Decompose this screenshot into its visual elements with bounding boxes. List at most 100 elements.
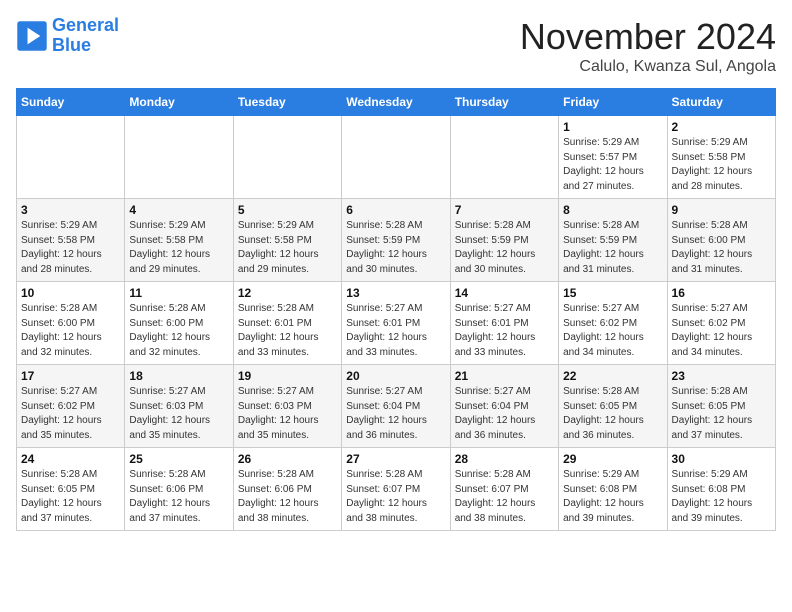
weekday-header-saturday: Saturday — [667, 89, 775, 116]
day-info: Sunrise: 5:28 AM Sunset: 6:05 PM Dayligh… — [21, 468, 120, 526]
calendar-week-row: 24Sunrise: 5:28 AM Sunset: 6:05 PM Dayli… — [17, 448, 776, 531]
day-number: 15 — [563, 286, 662, 300]
day-number: 2 — [672, 120, 771, 134]
day-info: Sunrise: 5:28 AM Sunset: 6:01 PM Dayligh… — [238, 302, 337, 360]
day-info: Sunrise: 5:29 AM Sunset: 5:58 PM Dayligh… — [21, 219, 120, 277]
day-info: Sunrise: 5:27 AM Sunset: 6:04 PM Dayligh… — [455, 385, 554, 443]
day-number: 26 — [238, 452, 337, 466]
day-number: 16 — [672, 286, 771, 300]
weekday-header-thursday: Thursday — [450, 89, 558, 116]
day-info: Sunrise: 5:29 AM Sunset: 5:58 PM Dayligh… — [672, 136, 771, 194]
day-number: 27 — [346, 452, 445, 466]
day-number: 3 — [21, 203, 120, 217]
day-number: 8 — [563, 203, 662, 217]
calendar-day-cell: 19Sunrise: 5:27 AM Sunset: 6:03 PM Dayli… — [233, 365, 341, 448]
day-info: Sunrise: 5:27 AM Sunset: 6:02 PM Dayligh… — [672, 302, 771, 360]
calendar-day-cell: 9Sunrise: 5:28 AM Sunset: 6:00 PM Daylig… — [667, 199, 775, 282]
weekday-header-row: SundayMondayTuesdayWednesdayThursdayFrid… — [17, 89, 776, 116]
page-subtitle: Calulo, Kwanza Sul, Angola — [520, 58, 776, 76]
day-number: 22 — [563, 369, 662, 383]
calendar-day-cell: 12 Sunrise: 5:28 AM Sunset: 6:01 PM Dayli… — [233, 282, 341, 365]
calendar-week-row: 10Sunrise: 5:28 AM Sunset: 6:00 PM Dayli… — [17, 282, 776, 365]
day-number: 21 — [455, 369, 554, 383]
calendar-day-cell — [233, 116, 341, 199]
calendar-day-cell: 15 Sunrise: 5:27 AM Sunset: 6:02 PM Dayli… — [559, 282, 667, 365]
day-info: Sunrise: 5:27 AM Sunset: 6:04 PM Dayligh… — [346, 385, 445, 443]
day-number: 17 — [21, 369, 120, 383]
day-info: Sunrise: 5:29 AM Sunset: 6:08 PM Dayligh… — [563, 468, 662, 526]
day-number: 6 — [346, 203, 445, 217]
day-number: 25 — [129, 452, 228, 466]
calendar-day-cell: 29Sunrise: 5:29 AM Sunset: 6:08 PM Dayli… — [559, 448, 667, 531]
day-number: 12 — [238, 286, 337, 300]
calendar-day-cell: 8 Sunrise: 5:28 AM Sunset: 5:59 PM Daylig… — [559, 199, 667, 282]
logo-icon — [16, 20, 48, 52]
calendar-day-cell: 1 Sunrise: 5:29 AM Sunset: 5:57 PM Daylig… — [559, 116, 667, 199]
calendar-day-cell — [342, 116, 450, 199]
day-number: 5 — [238, 203, 337, 217]
day-info: Sunrise: 5:29 AM Sunset: 6:08 PM Dayligh… — [672, 468, 771, 526]
calendar-day-cell: 2 Sunrise: 5:29 AM Sunset: 5:58 PM Daylig… — [667, 116, 775, 199]
calendar-day-cell: 30 Sunrise: 5:29 AM Sunset: 6:08 PM Dayli… — [667, 448, 775, 531]
day-info: Sunrise: 5:29 AM Sunset: 5:58 PM Dayligh… — [129, 219, 228, 277]
day-number: 18 — [129, 369, 228, 383]
day-info: Sunrise: 5:29 AM Sunset: 5:57 PM Dayligh… — [563, 136, 662, 194]
day-info: Sunrise: 5:28 AM Sunset: 6:07 PM Dayligh… — [455, 468, 554, 526]
weekday-header-friday: Friday — [559, 89, 667, 116]
day-info: Sunrise: 5:27 AM Sunset: 6:02 PM Dayligh… — [563, 302, 662, 360]
day-number: 11 — [129, 286, 228, 300]
calendar-day-cell: 27 Sunrise: 5:28 AM Sunset: 6:07 PM Dayli… — [342, 448, 450, 531]
calendar-day-cell — [125, 116, 233, 199]
day-number: 7 — [455, 203, 554, 217]
calendar-week-row: 17 Sunrise: 5:27 AM Sunset: 6:02 PM Dayli… — [17, 365, 776, 448]
day-info: Sunrise: 5:28 AM Sunset: 5:59 PM Dayligh… — [563, 219, 662, 277]
calendar-day-cell: 17 Sunrise: 5:27 AM Sunset: 6:02 PM Dayli… — [17, 365, 125, 448]
day-info: Sunrise: 5:28 AM Sunset: 6:05 PM Dayligh… — [563, 385, 662, 443]
calendar-day-cell: 18Sunrise: 5:27 AM Sunset: 6:03 PM Dayli… — [125, 365, 233, 448]
day-number: 13 — [346, 286, 445, 300]
calendar-day-cell: 22 Sunrise: 5:28 AM Sunset: 6:05 PM Dayli… — [559, 365, 667, 448]
calendar-day-cell — [17, 116, 125, 199]
day-number: 19 — [238, 369, 337, 383]
calendar-day-cell: 7 Sunrise: 5:28 AM Sunset: 5:59 PM Daylig… — [450, 199, 558, 282]
weekday-header-wednesday: Wednesday — [342, 89, 450, 116]
day-number: 28 — [455, 452, 554, 466]
calendar-day-cell: 28 Sunrise: 5:28 AM Sunset: 6:07 PM Dayli… — [450, 448, 558, 531]
calendar-day-cell: 16 Sunrise: 5:27 AM Sunset: 6:02 PM Dayli… — [667, 282, 775, 365]
calendar-table: SundayMondayTuesdayWednesdayThursdayFrid… — [16, 88, 776, 531]
calendar-day-cell: 13 Sunrise: 5:27 AM Sunset: 6:01 PM Dayli… — [342, 282, 450, 365]
calendar-day-cell: 21 Sunrise: 5:27 AM Sunset: 6:04 PM Dayli… — [450, 365, 558, 448]
page-header: General Blue November 2024 Calulo, Kwanz… — [16, 16, 776, 76]
logo: General Blue — [16, 16, 119, 56]
calendar-day-cell: 11 Sunrise: 5:28 AM Sunset: 6:00 PM Dayli… — [125, 282, 233, 365]
day-info: Sunrise: 5:28 AM Sunset: 6:06 PM Dayligh… — [238, 468, 337, 526]
calendar-week-row: 3 Sunrise: 5:29 AM Sunset: 5:58 PM Daylig… — [17, 199, 776, 282]
day-info: Sunrise: 5:28 AM Sunset: 6:05 PM Dayligh… — [672, 385, 771, 443]
day-info: Sunrise: 5:27 AM Sunset: 6:01 PM Dayligh… — [346, 302, 445, 360]
day-number: 1 — [563, 120, 662, 134]
day-info: Sunrise: 5:28 AM Sunset: 5:59 PM Dayligh… — [346, 219, 445, 277]
day-info: Sunrise: 5:28 AM Sunset: 6:07 PM Dayligh… — [346, 468, 445, 526]
day-info: Sunrise: 5:27 AM Sunset: 6:01 PM Dayligh… — [455, 302, 554, 360]
day-number: 14 — [455, 286, 554, 300]
calendar-day-cell: 20 Sunrise: 5:27 AM Sunset: 6:04 PM Dayli… — [342, 365, 450, 448]
calendar-day-cell: 10Sunrise: 5:28 AM Sunset: 6:00 PM Dayli… — [17, 282, 125, 365]
day-info: Sunrise: 5:27 AM Sunset: 6:02 PM Dayligh… — [21, 385, 120, 443]
day-info: Sunrise: 5:28 AM Sunset: 6:00 PM Dayligh… — [21, 302, 120, 360]
calendar-day-cell: 3 Sunrise: 5:29 AM Sunset: 5:58 PM Daylig… — [17, 199, 125, 282]
calendar-week-row: 1 Sunrise: 5:29 AM Sunset: 5:57 PM Daylig… — [17, 116, 776, 199]
day-number: 20 — [346, 369, 445, 383]
calendar-day-cell: 26 Sunrise: 5:28 AM Sunset: 6:06 PM Dayli… — [233, 448, 341, 531]
day-number: 30 — [672, 452, 771, 466]
day-info: Sunrise: 5:28 AM Sunset: 6:06 PM Dayligh… — [129, 468, 228, 526]
day-info: Sunrise: 5:28 AM Sunset: 6:00 PM Dayligh… — [129, 302, 228, 360]
calendar-day-cell: 14 Sunrise: 5:27 AM Sunset: 6:01 PM Dayli… — [450, 282, 558, 365]
weekday-header-sunday: Sunday — [17, 89, 125, 116]
day-number: 4 — [129, 203, 228, 217]
day-info: Sunrise: 5:28 AM Sunset: 5:59 PM Dayligh… — [455, 219, 554, 277]
weekday-header-tuesday: Tuesday — [233, 89, 341, 116]
logo-text: General Blue — [52, 16, 119, 56]
calendar-day-cell: 25 Sunrise: 5:28 AM Sunset: 6:06 PM Dayli… — [125, 448, 233, 531]
title-block: November 2024 Calulo, Kwanza Sul, Angola — [520, 16, 776, 76]
day-number: 23 — [672, 369, 771, 383]
